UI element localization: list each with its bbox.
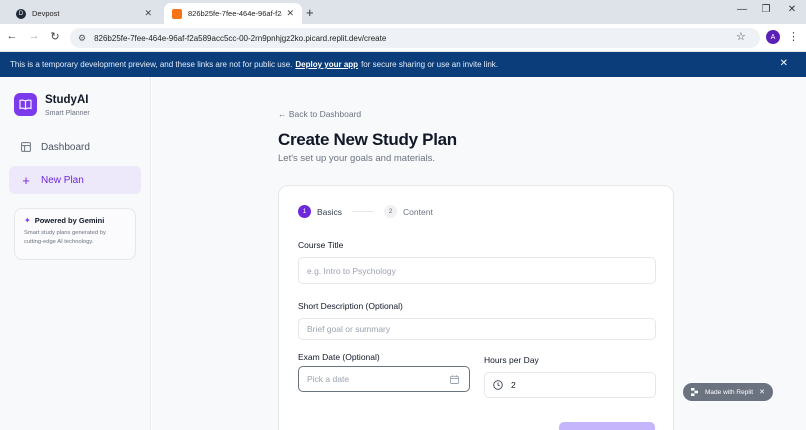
form-stepper: 1 Basics 2 Content <box>298 205 433 218</box>
exam-date-placeholder: Pick a date <box>307 374 350 384</box>
sidebar-item-dashboard[interactable]: Dashboard <box>9 133 141 161</box>
description-label: Short Description (Optional) <box>298 301 403 311</box>
sparkle-icon: ✦ <box>24 216 31 225</box>
calendar-icon <box>450 375 459 386</box>
replit-favicon-icon <box>172 8 182 19</box>
course-title-input[interactable]: e.g. Intro to Psychology <box>298 257 656 284</box>
main-content: ← Back to Dashboard Create New Study Pla… <box>152 77 806 430</box>
page-subtitle: Let's set up your goals and materials. <box>278 153 436 164</box>
step-1-number: 1 <box>298 205 311 218</box>
new-tab-button[interactable]: + <box>306 5 314 20</box>
close-icon[interactable]: ✕ <box>144 8 152 19</box>
hours-per-day-label: Hours per Day <box>484 355 539 365</box>
tab-title: 826b25fe-7fee-464e-96af-f2a589a <box>188 9 282 18</box>
gemini-title: Powered by Gemini <box>34 216 105 225</box>
back-arrow-icon[interactable]: ← <box>4 30 20 42</box>
replit-icon <box>691 388 699 396</box>
brand-subtitle: Smart Planner <box>45 110 90 117</box>
back-to-dashboard-link[interactable]: ← Back to Dashboard <box>278 109 361 119</box>
step-1-label: Basics <box>317 206 343 217</box>
gemini-info-card: ✦ Powered by Gemini Smart study plans ge… <box>14 208 136 260</box>
sidebar-item-label: New Plan <box>41 174 84 186</box>
banner-text-suffix: for secure sharing or use an invite link… <box>361 60 499 69</box>
tab-title: Devpost <box>32 9 60 18</box>
site-info-icon[interactable]: ⚙ <box>78 33 86 44</box>
minimize-icon[interactable]: — <box>734 4 750 15</box>
step-2-label: Content <box>403 206 433 217</box>
brand-name: StudyAI <box>45 94 89 106</box>
tab-replit-preview[interactable]: 826b25fe-7fee-464e-96af-f2a589a ✕ <box>164 3 302 24</box>
url-input[interactable]: ⚙ 826b25fe-7fee-464e-96af-f2a589acc5cc-0… <box>70 28 760 48</box>
browser-menu-icon[interactable]: ⋮ <box>788 30 799 43</box>
bookmark-star-icon[interactable]: ☆ <box>736 30 746 43</box>
deploy-link[interactable]: Deploy your app <box>295 60 358 69</box>
profile-avatar[interactable]: A <box>766 30 780 44</box>
reload-icon[interactable]: ↻ <box>47 30 63 43</box>
course-title-label: Course Title <box>298 240 344 250</box>
hours-value: 2 <box>511 380 516 390</box>
close-icon[interactable]: ✕ <box>286 8 294 19</box>
sidebar-item-label: Dashboard <box>41 141 90 153</box>
book-logo-icon <box>14 93 37 116</box>
banner-close-icon[interactable]: ✕ <box>780 58 788 69</box>
gemini-description: Smart study plans generated by cutting-e… <box>24 230 106 245</box>
gemini-title-row: ✦ Powered by Gemini <box>24 216 126 225</box>
hours-per-day-input[interactable]: 2 <box>484 372 656 398</box>
devpost-favicon-icon: D <box>16 8 26 19</box>
course-title-placeholder: e.g. Intro to Psychology <box>307 265 396 276</box>
tab-devpost[interactable]: D Devpost ✕ <box>8 3 160 24</box>
badge-label: Made with Replit <box>705 388 754 396</box>
restore-icon[interactable]: ❐ <box>758 4 774 15</box>
clock-icon <box>493 380 503 390</box>
study-plan-form: 1 Basics 2 Content Course Title e.g. Int… <box>278 185 674 430</box>
exam-date-label: Exam Date (Optional) <box>298 352 380 362</box>
window-close-icon[interactable]: ✕ <box>784 4 800 15</box>
forward-arrow-icon[interactable]: → <box>26 30 42 42</box>
page-title: Create New Study Plan <box>278 130 457 149</box>
layout-icon <box>19 142 33 152</box>
plus-icon: + <box>22 172 30 188</box>
step-divider <box>352 211 375 212</box>
sidebar: StudyAI Smart Planner Dashboard + New Pl… <box>0 77 151 430</box>
step-2-number: 2 <box>384 205 398 218</box>
exam-date-picker[interactable]: Pick a date <box>298 366 470 392</box>
dev-preview-banner: This is a temporary development preview,… <box>0 52 806 77</box>
url-text: 826b25fe-7fee-464e-96af-f2a589acc5cc-00-… <box>94 33 387 43</box>
banner-text: This is a temporary development preview,… <box>10 60 293 69</box>
address-bar: ← → ↻ ⚙ 826b25fe-7fee-464e-96af-f2a589ac… <box>0 24 806 52</box>
description-input[interactable]: Brief goal or summary <box>298 318 656 340</box>
description-placeholder: Brief goal or summary <box>307 324 391 334</box>
browser-tab-bar: D Devpost ✕ 826b25fe-7fee-464e-96af-f2a5… <box>0 0 806 24</box>
made-with-replit-badge[interactable]: Made with Replit ✕ <box>683 383 773 401</box>
next-step-button[interactable] <box>559 422 655 430</box>
sidebar-item-new-plan[interactable]: + New Plan <box>9 166 141 194</box>
badge-close-icon[interactable]: ✕ <box>759 388 765 396</box>
